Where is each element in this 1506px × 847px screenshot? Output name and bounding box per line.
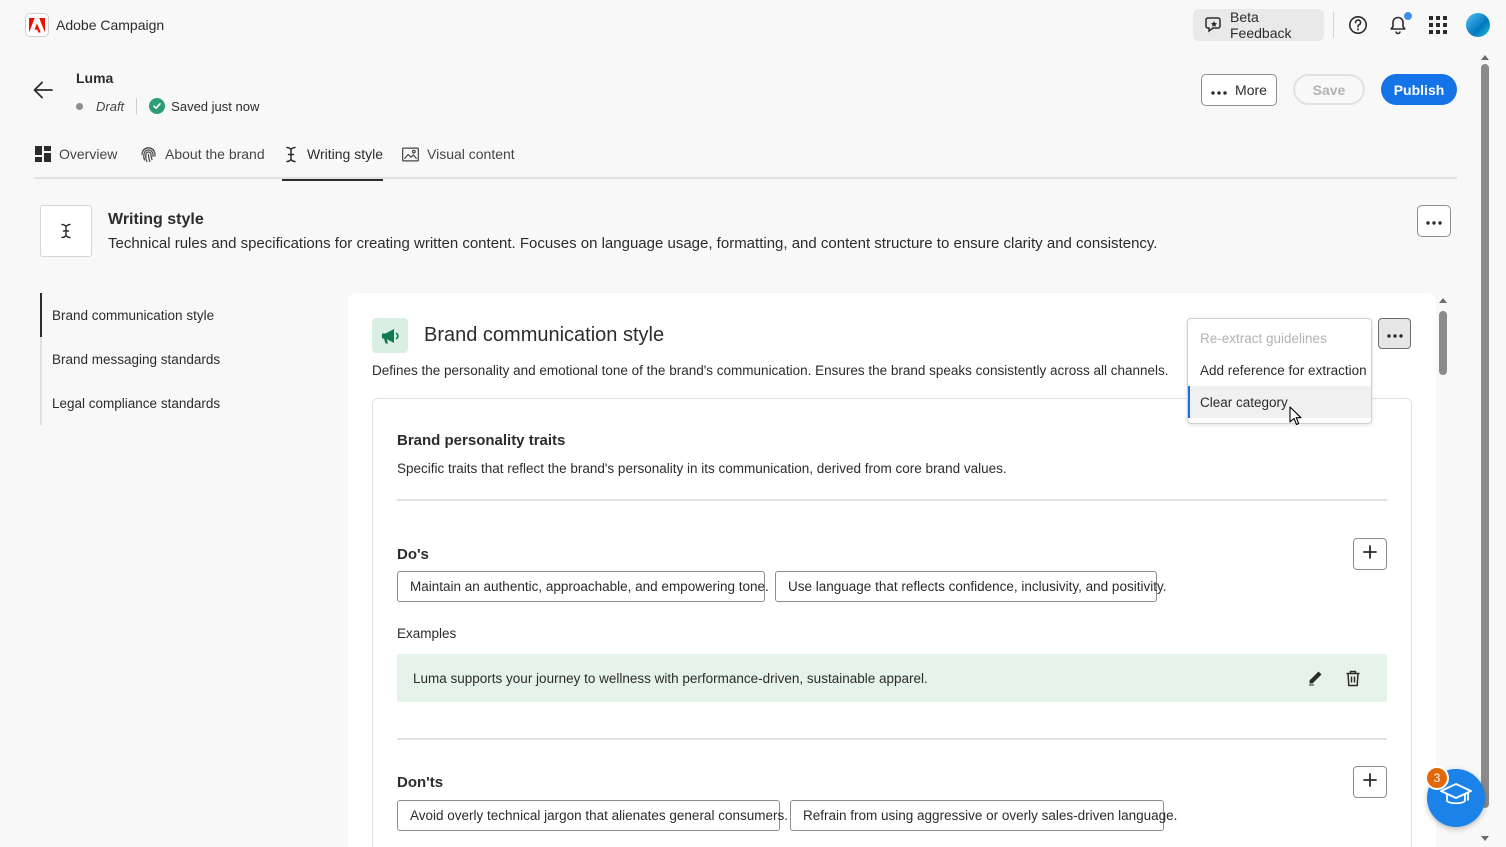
dos-title: Do's [397,546,429,563]
card-scrollbar-thumb[interactable] [1439,311,1447,375]
help-icon[interactable] [1346,13,1370,37]
image-icon [402,146,419,163]
bell-icon[interactable] [1386,11,1413,37]
dont-chip[interactable]: Refrain from using aggressive or overly … [790,800,1177,831]
menu-item-re-extract-guidelines: Re-extract guidelines [1188,322,1371,354]
card-scrollbar[interactable] [1436,295,1450,847]
megaphone-icon [372,318,408,353]
example-row: Luma supports your journey to wellness w… [397,654,1387,702]
dont-chip[interactable]: Avoid overly technical jargon that alien… [397,800,788,831]
save-button[interactable]: Save [1293,74,1365,105]
feedback-icon [1205,15,1223,36]
status-divider [136,98,138,114]
card-description: Defines the personality and emotional to… [372,363,1169,378]
page-scrollbar-thumb[interactable] [1481,64,1489,808]
writing-style-icon [40,205,92,257]
tab-writing-style[interactable]: Writing style [282,138,383,181]
brand-name: Luma [76,70,114,86]
tab-overview-label: Overview [59,146,118,162]
tab-visual-content[interactable]: Visual content [402,138,515,179]
example-text: Luma supports your journey to wellness w… [413,670,928,686]
beta-feedback-label: Beta Feedback [1230,9,1292,41]
donts-title: Don'ts [397,774,444,791]
tab-about-the-brand[interactable]: About the brand [140,138,265,179]
ellipsis-icon [1386,325,1403,343]
nav-item-label: Brand messaging standards [52,351,221,367]
publish-button[interactable]: Publish [1381,74,1457,105]
beta-feedback-button[interactable]: Beta Feedback [1193,9,1324,41]
menu-item-label: Add reference for extraction [1200,362,1367,378]
more-label: More [1235,82,1267,98]
ellipsis-icon [1426,212,1442,230]
nav-item-brand-communication-style[interactable]: Brand communication style [40,293,330,337]
trash-icon[interactable] [1343,668,1363,688]
do-chip[interactable]: Use language that reflects confidence, i… [775,571,1166,602]
add-do-button[interactable] [1353,538,1387,570]
avatar[interactable] [1466,13,1490,37]
examples-label: Examples [397,626,457,641]
nav-item-brand-messaging-standards[interactable]: Brand messaging standards [40,337,330,381]
plus-icon [1363,544,1377,564]
tab-overview[interactable]: Overview [34,138,117,179]
dashboard-icon [34,146,51,163]
menu-item-label: Re-extract guidelines [1200,330,1327,346]
section-title: Writing style [108,211,204,228]
menu-item-clear-category[interactable]: Clear category [1188,386,1371,418]
saved-status: Saved just now [171,98,260,114]
more-button[interactable]: More [1201,74,1277,106]
tab-visual-content-label: Visual content [427,146,515,162]
draft-status-dot [76,102,83,110]
status-row: Draft Saved just now [76,97,259,115]
menu-item-add-reference[interactable]: Add reference for extraction [1188,354,1371,386]
notification-dot [1403,11,1413,21]
edit-pencil-icon[interactable] [1305,668,1325,688]
divider [397,738,1387,740]
top-bar: Adobe Campaign Beta Feedback [0,0,1506,50]
adobe-logo-icon[interactable] [25,13,49,37]
page-scrollbar[interactable] [1478,50,1492,847]
app-title[interactable]: Adobe Campaign [56,17,164,33]
nav-item-legal-compliance-standards[interactable]: Legal compliance standards [40,381,330,425]
nav-item-label: Brand communication style [52,307,215,323]
divider [397,499,1387,501]
draft-status: Draft [96,98,125,114]
do-chip[interactable]: Maintain an authentic, approachable, and… [397,571,769,602]
section-description: Technical rules and specifications for c… [108,235,1158,252]
topbar-divider [1333,12,1334,38]
section-more-button[interactable] [1417,205,1451,237]
fingerprint-icon [140,146,157,163]
guideline-panel: Brand personality traits Specific traits… [372,398,1412,847]
card-actions-menu: Re-extract guidelines Add reference for … [1187,318,1372,424]
learn-badge: 3 [1425,766,1449,790]
menu-item-label: Clear category [1200,394,1288,410]
tab-writing-style-label: Writing style [307,146,383,162]
nav-item-label: Legal compliance standards [52,395,221,411]
ellipsis-icon [1211,82,1227,98]
mouse-pointer-icon [1289,406,1303,426]
apps-grid-icon[interactable] [1426,13,1450,37]
card-more-button[interactable] [1378,318,1411,349]
subsection-title: Brand personality traits [397,432,566,449]
check-circle-icon [149,98,166,114]
add-dont-button[interactable] [1353,766,1387,798]
card-title: Brand communication style [424,324,665,346]
subsection-description: Specific traits that reflect the brand's… [397,461,1007,476]
tab-about-the-brand-label: About the brand [165,146,265,162]
back-arrow-icon[interactable] [32,80,54,100]
tab-bar: Overview About the brand Writing style V… [34,138,1457,181]
plus-icon [1363,772,1377,792]
text-cursor-icon [282,146,299,163]
